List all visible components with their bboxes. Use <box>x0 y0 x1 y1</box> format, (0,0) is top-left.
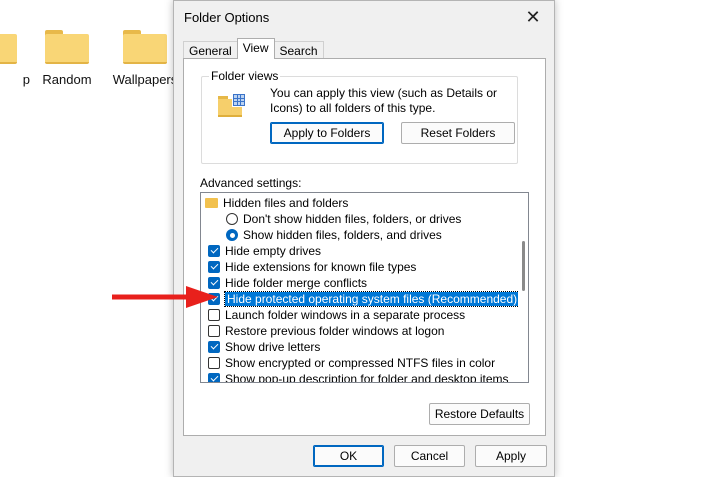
checkbox-unchecked[interactable] <box>208 325 220 337</box>
dialog-titlebar[interactable]: Folder Options ✕ <box>174 1 554 34</box>
tab-search[interactable]: Search <box>273 41 324 59</box>
folder-icon <box>205 198 218 208</box>
scrollbar-thumb[interactable] <box>522 241 525 291</box>
tab-view[interactable]: View <box>236 38 275 59</box>
checkbox-show-encrypted-color[interactable]: Show encrypted or compressed NTFS files … <box>208 355 495 371</box>
tree-item-hidden-files-folder: Hidden files and folders <box>205 195 348 211</box>
tab-strip: General View Search <box>183 38 324 59</box>
checkbox-unchecked[interactable] <box>208 357 220 369</box>
restore-defaults-button[interactable]: Restore Defaults <box>429 403 530 425</box>
folder-views-description: You can apply this view (such as Details… <box>270 86 498 115</box>
desktop-folder-label: p <box>22 72 30 87</box>
checkbox-checked[interactable] <box>208 341 220 353</box>
folder-options-dialog: Folder Options ✕ General View Search Fol… <box>173 0 555 477</box>
advanced-settings-list[interactable]: Hidden files and folders Don't show hidd… <box>200 192 529 383</box>
checkbox-checked[interactable] <box>208 373 220 382</box>
folder-icon <box>123 30 167 64</box>
desktop-folder-label: Random <box>42 72 92 87</box>
checkbox-hide-merge-conflicts[interactable]: Hide folder merge conflicts <box>208 275 367 291</box>
tab-general[interactable]: General <box>183 41 238 59</box>
radio-show-hidden[interactable]: Show hidden files, folders, and drives <box>226 227 442 243</box>
apply-button[interactable]: Apply <box>475 445 547 467</box>
advanced-settings-label: Advanced settings: <box>200 176 302 190</box>
desktop-folder-wallpapers[interactable]: Wallpapers <box>110 30 180 87</box>
radio-button-on[interactable] <box>226 229 238 241</box>
apply-to-folders-button[interactable]: Apply to Folders <box>270 122 384 144</box>
vertical-scrollbar[interactable] <box>518 193 528 382</box>
checkbox-hide-extensions[interactable]: Hide extensions for known file types <box>208 259 416 275</box>
checkbox-checked[interactable] <box>208 245 220 257</box>
checkbox-restore-windows[interactable]: Restore previous folder windows at logon <box>208 323 444 339</box>
ok-button[interactable]: OK <box>313 445 384 467</box>
folder-views-group: Folder views You can apply this view (su… <box>201 69 518 164</box>
reset-folders-button[interactable]: Reset Folders <box>401 122 515 144</box>
checkbox-show-drive-letters[interactable]: Show drive letters <box>208 339 320 355</box>
close-icon[interactable]: ✕ <box>522 7 544 28</box>
folder-icon <box>0 30 17 64</box>
radio-dont-show-hidden[interactable]: Don't show hidden files, folders, or dri… <box>226 211 461 227</box>
desktop-folder-random[interactable]: Random <box>32 30 102 87</box>
checkbox-show-popup-description[interactable]: Show pop-up description for folder and d… <box>208 371 509 382</box>
folder-icon <box>45 30 89 64</box>
red-arrow-icon <box>112 286 218 308</box>
dialog-title: Folder Options <box>184 10 270 25</box>
checkbox-unchecked[interactable] <box>208 309 220 321</box>
checkbox-checked[interactable] <box>208 261 220 273</box>
cancel-button[interactable]: Cancel <box>394 445 465 467</box>
checkbox-hide-empty-drives[interactable]: Hide empty drives <box>208 243 321 259</box>
radio-button-off[interactable] <box>226 213 238 225</box>
checkbox-hide-protected-os-files[interactable]: Hide protected operating system files (R… <box>208 291 521 307</box>
checkbox-launch-separate-process[interactable]: Launch folder windows in a separate proc… <box>208 307 465 323</box>
folder-views-icon <box>218 93 248 123</box>
desktop-folder-label: Wallpapers <box>112 72 178 87</box>
view-tab-panel: Folder views You can apply this view (su… <box>183 58 546 436</box>
folder-views-label: Folder views <box>209 69 281 83</box>
desktop-folder-partial[interactable]: p <box>0 30 30 87</box>
